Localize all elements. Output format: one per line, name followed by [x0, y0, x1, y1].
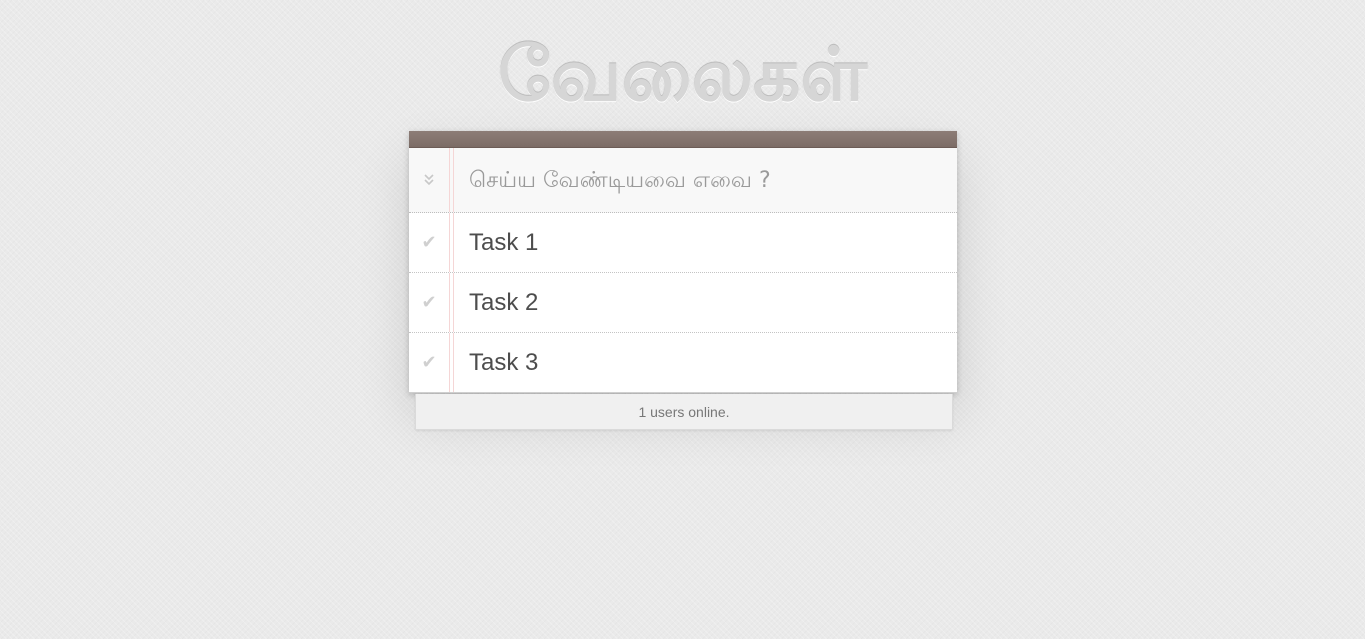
margin-line	[449, 213, 454, 272]
new-todo-row	[409, 148, 957, 213]
top-bar	[409, 131, 957, 148]
margin-line	[449, 273, 454, 332]
margin-line	[449, 333, 454, 392]
app-title: வேலைகள்	[498, 32, 867, 118]
todo-list: ✔ Task 1 ✔ Task 2 ✔ Task 3	[409, 213, 957, 393]
checkmark-icon[interactable]: ✔	[409, 273, 449, 332]
todo-label[interactable]: Task 2	[469, 273, 538, 332]
todo-label[interactable]: Task 1	[469, 213, 538, 272]
todo-item: ✔ Task 3	[409, 333, 957, 393]
new-todo-input[interactable]	[469, 148, 939, 212]
checkmark-icon[interactable]: ✔	[409, 333, 449, 392]
todo-label[interactable]: Task 3	[469, 333, 538, 392]
todo-app: ✔ Task 1 ✔ Task 2 ✔ Task 3	[409, 131, 957, 393]
todo-item: ✔ Task 1	[409, 213, 957, 273]
toggle-all-icon[interactable]	[409, 148, 449, 212]
margin-line	[449, 148, 454, 212]
checkmark-icon[interactable]: ✔	[409, 213, 449, 272]
online-users-status: 1 users online.	[638, 404, 730, 420]
todo-item: ✔ Task 2	[409, 273, 957, 333]
online-users-footer: 1 users online.	[415, 394, 953, 430]
